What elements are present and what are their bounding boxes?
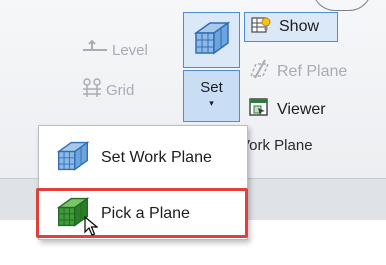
set-dropdown-menu: Set Work Plane Pick a Plane (38, 125, 248, 240)
show-label: Show (279, 18, 320, 35)
ref-plane-icon (248, 58, 270, 85)
set-label: Set (200, 79, 223, 96)
chevron-down-icon: ▾ (209, 98, 214, 108)
set-button-dropdown[interactable]: Set ▾ (183, 70, 240, 122)
menu-item-label: Set Work Plane (101, 149, 212, 166)
viewer-button[interactable]: Viewer (248, 96, 326, 123)
work-plane-group-label: Vork Plane (240, 137, 313, 154)
menu-item-label: Pick a Plane (101, 205, 190, 222)
level-button[interactable]: Level (82, 39, 148, 60)
menu-item-set-work-plane[interactable]: Set Work Plane (39, 134, 247, 182)
ref-plane-button[interactable]: Ref Plane (248, 58, 347, 85)
level-icon (82, 39, 108, 60)
level-label: Level (112, 41, 148, 59)
show-button[interactable]: Show (244, 12, 338, 42)
ref-plane-label: Ref Plane (277, 62, 348, 80)
viewer-label: Viewer (277, 100, 326, 118)
show-icon (250, 14, 272, 41)
set-split-button[interactable]: Set ▾ (183, 12, 240, 122)
work-plane-icon (192, 19, 232, 62)
viewer-icon (248, 96, 270, 123)
set-button-main[interactable] (183, 12, 240, 68)
menu-item-pick-a-plane[interactable]: Pick a Plane (39, 190, 247, 238)
grid-button[interactable]: Grid (82, 78, 134, 102)
work-plane-icon (55, 139, 91, 178)
grid-label: Grid (106, 81, 135, 99)
mouse-cursor-icon (84, 215, 99, 241)
grid-icon (82, 78, 102, 102)
